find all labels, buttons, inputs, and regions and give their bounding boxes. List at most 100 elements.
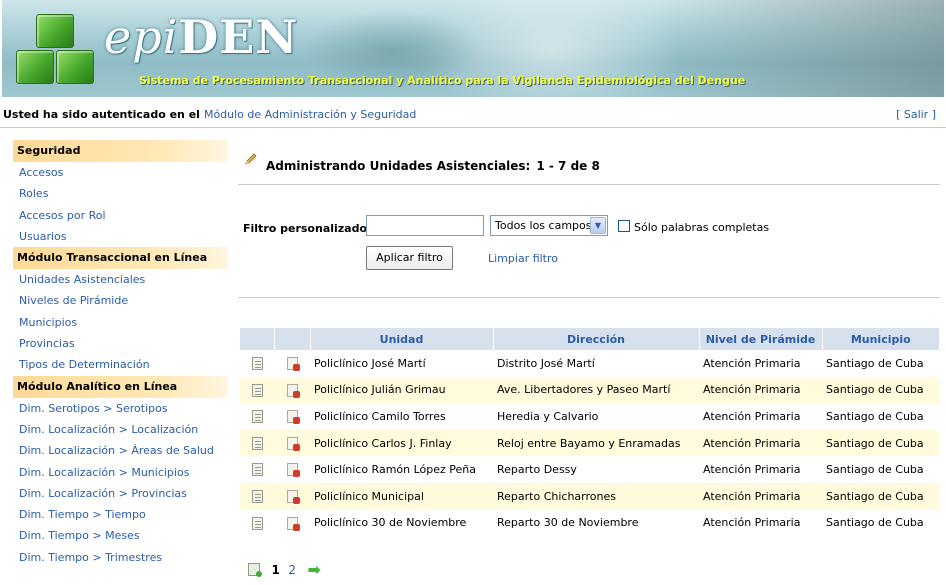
delete-icon[interactable] [286, 436, 300, 451]
delete-cell [274, 510, 310, 537]
delete-cell [274, 376, 310, 404]
edit-icon[interactable] [251, 463, 263, 477]
nav-section-analitico: Módulo Analítico en Línea [13, 375, 228, 398]
sidebar-item-dim-municipios[interactable]: Dim. Localización > Municipios [13, 462, 228, 483]
cell-nivel: Atención Primaria [703, 463, 801, 477]
sidebar-item-accesos[interactable]: Accesos [13, 162, 228, 183]
edit-cell [240, 350, 274, 377]
edit-icon[interactable] [251, 490, 263, 504]
cell-direccion: Ave. Libertadores y Paseo Martí [493, 376, 699, 404]
sidebar-item-roles[interactable]: Roles [13, 183, 228, 204]
cell-nivel: Atención Primaria [703, 356, 801, 370]
table-row: Policlínico Municipal Reparto Chicharron… [240, 482, 940, 510]
edit-icon[interactable] [251, 383, 263, 397]
logo-suffix: DEN [178, 10, 299, 64]
column-header-direccion[interactable]: Dirección [493, 328, 700, 350]
column-header-municipio[interactable]: Municipio [822, 328, 940, 350]
cell-nivel: Atención Primaria [703, 516, 801, 530]
cell-nivel: Atención Primaria [699, 429, 822, 457]
logo-cube [16, 50, 54, 84]
units-table: Unidad Dirección Nivel de Pirámide Munic… [240, 328, 940, 536]
sidebar: Seguridad Accesos Roles Accesos por Rol … [13, 140, 228, 568]
sidebar-item-dim-meses[interactable]: Dim. Tiempo > Meses [13, 525, 228, 546]
cell-unidad: Policlínico Camilo Torres [314, 409, 446, 423]
sidebar-item-dim-localizacion[interactable]: Dim. Localización > Localización [13, 419, 228, 440]
filter-label: Filtro personalizado [243, 222, 368, 235]
next-arrow-icon[interactable]: ➡ [308, 560, 321, 579]
edit-cell [240, 376, 274, 404]
logo-prefix: epi [104, 10, 179, 64]
new-record-icon[interactable] [248, 563, 262, 577]
sidebar-item-dim-areas-salud[interactable]: Dim. Localización > Áreas de Salud [13, 440, 228, 461]
header-banner: epiDEN Sistema de Procesamiento Transacc… [2, 0, 944, 97]
auth-module-link[interactable]: Módulo de Administración y Seguridad [204, 108, 416, 121]
edit-cell [240, 510, 274, 537]
edit-cell [240, 429, 274, 457]
sidebar-item-niveles-piramide[interactable]: Niveles de Pirámide [13, 290, 228, 311]
cell-municipio: Santiago de Cuba [826, 463, 924, 477]
pencil-icon [245, 153, 257, 165]
logo-cubes-icon [12, 14, 102, 92]
cell-municipio: Santiago de Cuba [822, 376, 940, 404]
edit-icon[interactable] [251, 357, 263, 371]
sidebar-item-dim-tiempo[interactable]: Dim. Tiempo > Tiempo [13, 504, 228, 525]
cell-municipio: Santiago de Cuba [826, 409, 924, 423]
header-edit-col [240, 328, 275, 350]
delete-icon[interactable] [286, 516, 300, 531]
pager-page-link[interactable]: 2 [288, 563, 296, 577]
logo-cube [36, 14, 74, 48]
column-header-unidad[interactable]: Unidad [310, 328, 494, 350]
delete-icon[interactable] [286, 357, 300, 372]
table-row: Policlínico José Martí Distrito José Mar… [240, 350, 940, 377]
delete-icon[interactable] [286, 410, 300, 425]
table-row: Policlínico Julián Grimau Ave. Libertado… [240, 376, 940, 404]
sidebar-item-provincias[interactable]: Provincias [13, 333, 228, 354]
cell-unidad: Policlínico Ramón López Peña [314, 463, 477, 477]
cell-municipio: Santiago de Cuba [822, 482, 940, 510]
sidebar-item-dim-provincias[interactable]: Dim. Localización > Provincias [13, 483, 228, 504]
clear-filter-link[interactable]: Limpiar filtro [488, 252, 558, 265]
table-row: Policlínico Camilo Torres Heredia y Calv… [240, 403, 940, 430]
filter-select-value: Todos los campos [495, 219, 592, 232]
filter-input[interactable] [366, 215, 484, 236]
logout-link[interactable]: [ Salir ] [896, 108, 936, 121]
edit-icon[interactable] [251, 410, 263, 424]
edit-icon[interactable] [251, 516, 263, 530]
auth-message: Usted ha sido autenticado en el Módulo de… [3, 108, 416, 121]
whole-words-checkbox[interactable] [618, 220, 630, 232]
filter-field-select[interactable]: Todos los campos ▼ [490, 215, 608, 236]
table-header-row: Unidad Dirección Nivel de Pirámide Munic… [240, 328, 940, 350]
table-row: Policlínico Carlos J. Finlay Reloj entre… [240, 429, 940, 457]
sidebar-item-tipos-determinacion[interactable]: Tipos de Determinación [13, 354, 228, 375]
sidebar-item-dim-serotipos[interactable]: Dim. Serotipos > Serotipos [13, 398, 228, 419]
whole-words-label: Sólo palabras completas [634, 221, 770, 234]
cell-direccion: Reparto Chicharrones [493, 482, 699, 510]
cell-nivel: Atención Primaria [699, 482, 822, 510]
edit-cell [240, 482, 274, 510]
delete-icon[interactable] [286, 490, 300, 505]
header-delete-col [274, 328, 311, 350]
chevron-down-icon[interactable]: ▼ [590, 217, 606, 234]
edit-cell [240, 403, 274, 430]
edit-icon[interactable] [251, 436, 263, 450]
nav-section-seguridad: Seguridad [13, 140, 228, 162]
delete-icon[interactable] [286, 383, 300, 398]
page-title-label: Administrando Unidades Asistenciales: [266, 159, 531, 173]
delete-icon[interactable] [286, 463, 300, 478]
page-title-range: 1 - 7 de 8 [536, 159, 600, 173]
apply-filter-button[interactable]: Aplicar filtro [366, 246, 453, 270]
cell-direccion: Reloj entre Bayamo y Enramadas [493, 429, 699, 457]
cell-direccion: Reparto Dessy [497, 463, 577, 477]
table-row: Policlínico Ramón López Peña Reparto Des… [240, 456, 940, 483]
app-logo: epiDEN [104, 14, 298, 60]
sidebar-item-unidades-asistenciales[interactable]: Unidades Asistenciales [13, 269, 228, 290]
delete-cell [274, 456, 310, 483]
sidebar-item-dim-trimestres[interactable]: Dim. Tiempo > Trimestres [13, 547, 228, 568]
delete-cell [274, 350, 310, 377]
auth-text: Usted ha sido autenticado en el [3, 108, 200, 121]
sidebar-item-municipios[interactable]: Municipios [13, 312, 228, 333]
cell-unidad: Policlínico 30 de Noviembre [314, 516, 467, 530]
sidebar-item-usuarios[interactable]: Usuarios [13, 226, 228, 247]
sidebar-item-accesos-por-rol[interactable]: Accesos por Rol [13, 205, 228, 226]
column-header-nivel[interactable]: Nivel de Pirámide [699, 328, 823, 350]
